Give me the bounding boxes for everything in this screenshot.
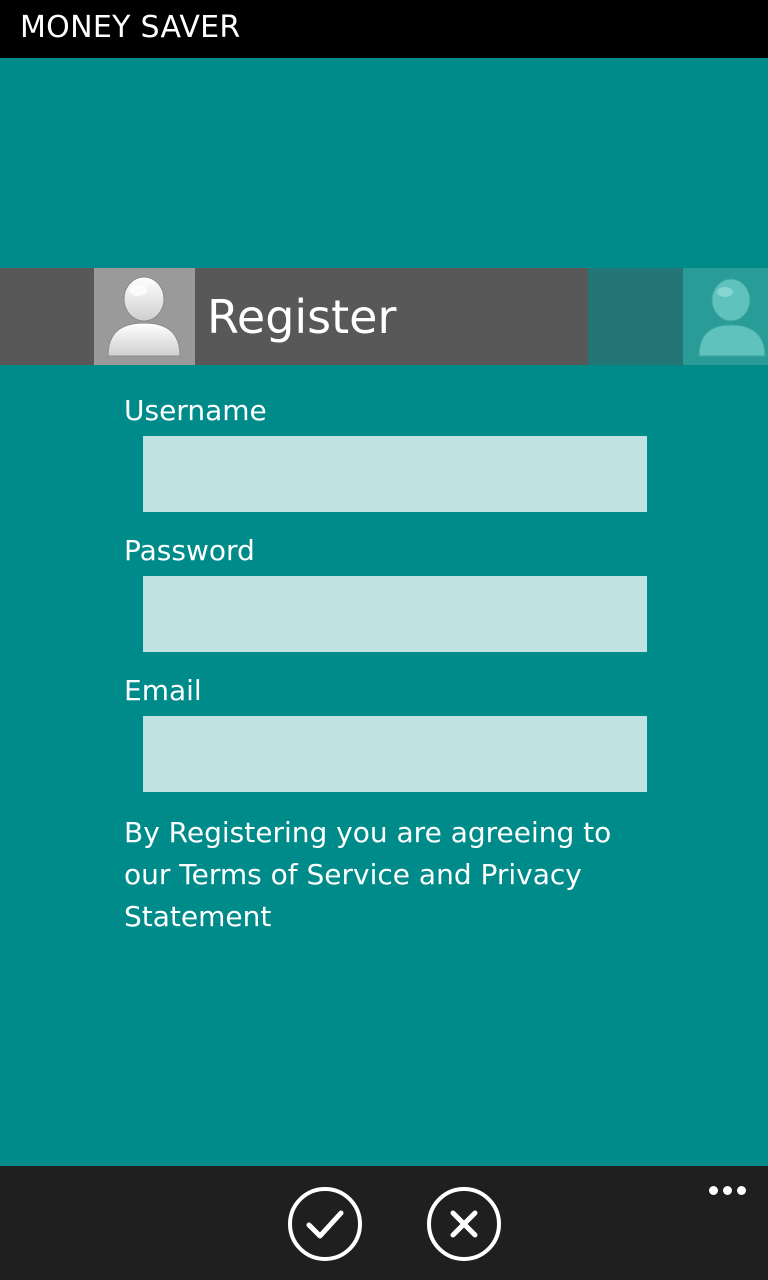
header-title-panel: Register (195, 268, 588, 365)
username-label: Username (124, 394, 267, 427)
user-icon-ghost (683, 268, 768, 365)
status-title-bar: MONEY SAVER (0, 0, 768, 58)
header-band-left (0, 268, 94, 365)
password-label: Password (124, 534, 255, 567)
header-band: Register (0, 268, 768, 365)
terms-text: By Registering you are agreeing to our T… (124, 816, 612, 933)
confirm-button[interactable] (287, 1186, 363, 1262)
header-band-right (588, 268, 683, 365)
checkmark-icon (288, 1187, 362, 1261)
cancel-button[interactable] (426, 1186, 502, 1262)
username-input[interactable] (143, 436, 647, 512)
ellipsis-icon[interactable] (704, 1180, 754, 1200)
email-input[interactable] (143, 716, 647, 792)
password-input[interactable] (143, 576, 647, 652)
close-icon (427, 1187, 501, 1261)
page-title: Register (207, 290, 397, 344)
email-label: Email (124, 674, 202, 707)
user-icon (94, 268, 195, 365)
app-bar (0, 1166, 768, 1280)
app-title: MONEY SAVER (20, 10, 241, 45)
